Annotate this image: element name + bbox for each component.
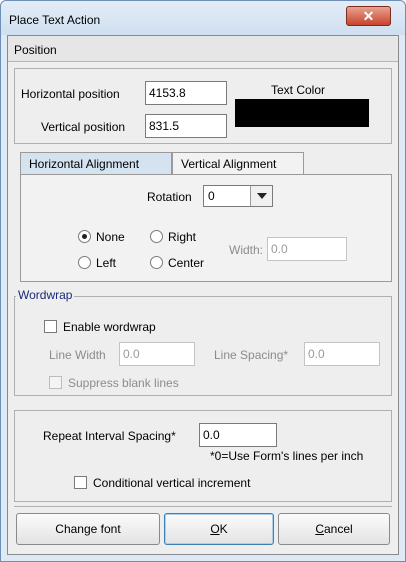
rotation-value: 0 (208, 189, 215, 203)
repeat-interval-note: *0=Use Form's lines per inch (210, 449, 364, 463)
rotation-label: Rotation (147, 190, 192, 204)
radio-none[interactable] (78, 230, 91, 243)
button-bar: Change font OK Cancel (14, 506, 392, 550)
conditional-vertical-checkbox[interactable] (74, 476, 87, 489)
vertical-position-input[interactable] (145, 114, 227, 138)
suppress-blank-lines-label: Suppress blank lines (68, 376, 179, 390)
tab-vertical-alignment-label: Vertical Alignment (181, 157, 277, 171)
horizontal-alignment-panel: Rotation 0 None Right Left Center Width: (20, 174, 392, 282)
change-font-label: Change font (55, 522, 121, 536)
title-bar[interactable]: Place Text Action ✕ (1, 1, 405, 35)
position-header-label: Position (14, 43, 57, 57)
cancel-label-rest: ancel (323, 522, 353, 536)
repeat-interval-input[interactable] (199, 423, 277, 447)
cancel-mnemonic: C (315, 522, 324, 536)
line-width-input[interactable] (119, 342, 195, 366)
wordwrap-legend: Wordwrap (16, 288, 75, 302)
cancel-button[interactable]: Cancel (278, 513, 390, 545)
ok-mnemonic: O (210, 522, 220, 536)
enable-wordwrap-checkbox[interactable] (44, 320, 57, 333)
ok-label-rest: K (219, 522, 228, 536)
ok-button[interactable]: OK (164, 513, 274, 545)
radio-center[interactable] (150, 256, 163, 269)
conditional-vertical-label: Conditional vertical increment (93, 476, 251, 490)
text-color-swatch[interactable] (235, 99, 369, 127)
repeat-interval-label: Repeat Interval Spacing* (43, 429, 176, 443)
position-section-header: Position (8, 36, 398, 62)
tab-vertical-alignment[interactable]: Vertical Alignment (172, 152, 304, 174)
radio-right-label: Right (168, 230, 197, 244)
line-spacing-input[interactable] (304, 342, 380, 366)
change-font-button[interactable]: Change font (16, 513, 160, 545)
suppress-blank-lines-checkbox[interactable] (49, 376, 62, 389)
dialog-content: Position Horizontal position Vertical po… (7, 35, 399, 555)
dialog-window: Place Text Action ✕ Position Horizontal … (0, 0, 406, 562)
wordwrap-group: Enable wordwrap Line Width Line Spacing*… (14, 296, 392, 396)
radio-center-label: Center (168, 256, 205, 270)
window-title: Place Text Action (9, 13, 101, 27)
radio-left[interactable] (78, 256, 91, 269)
radio-none-label: None (96, 230, 125, 244)
vertical-position-label: Vertical position (41, 120, 126, 134)
line-width-label: Line Width (49, 348, 106, 362)
tab-horizontal-alignment[interactable]: Horizontal Alignment (20, 152, 172, 174)
horizontal-position-input[interactable] (145, 81, 227, 105)
close-button[interactable]: ✕ (346, 6, 391, 26)
radio-right[interactable] (150, 230, 163, 243)
line-spacing-label: Line Spacing* (214, 348, 289, 362)
radio-left-label: Left (96, 256, 117, 270)
rotation-select[interactable]: 0 (203, 185, 273, 207)
chevron-down-icon[interactable] (250, 186, 272, 206)
width-input[interactable] (267, 237, 347, 261)
close-icon: ✕ (362, 8, 375, 24)
width-label: Width: (229, 243, 264, 257)
enable-wordwrap-label: Enable wordwrap (63, 320, 156, 334)
repeat-interval-group: Repeat Interval Spacing* *0=Use Form's l… (14, 410, 392, 502)
position-panel: Horizontal position Vertical position Te… (14, 68, 392, 144)
horizontal-position-label: Horizontal position (21, 87, 120, 101)
tab-horizontal-alignment-label: Horizontal Alignment (29, 157, 140, 171)
text-color-label: Text Color (271, 83, 326, 97)
